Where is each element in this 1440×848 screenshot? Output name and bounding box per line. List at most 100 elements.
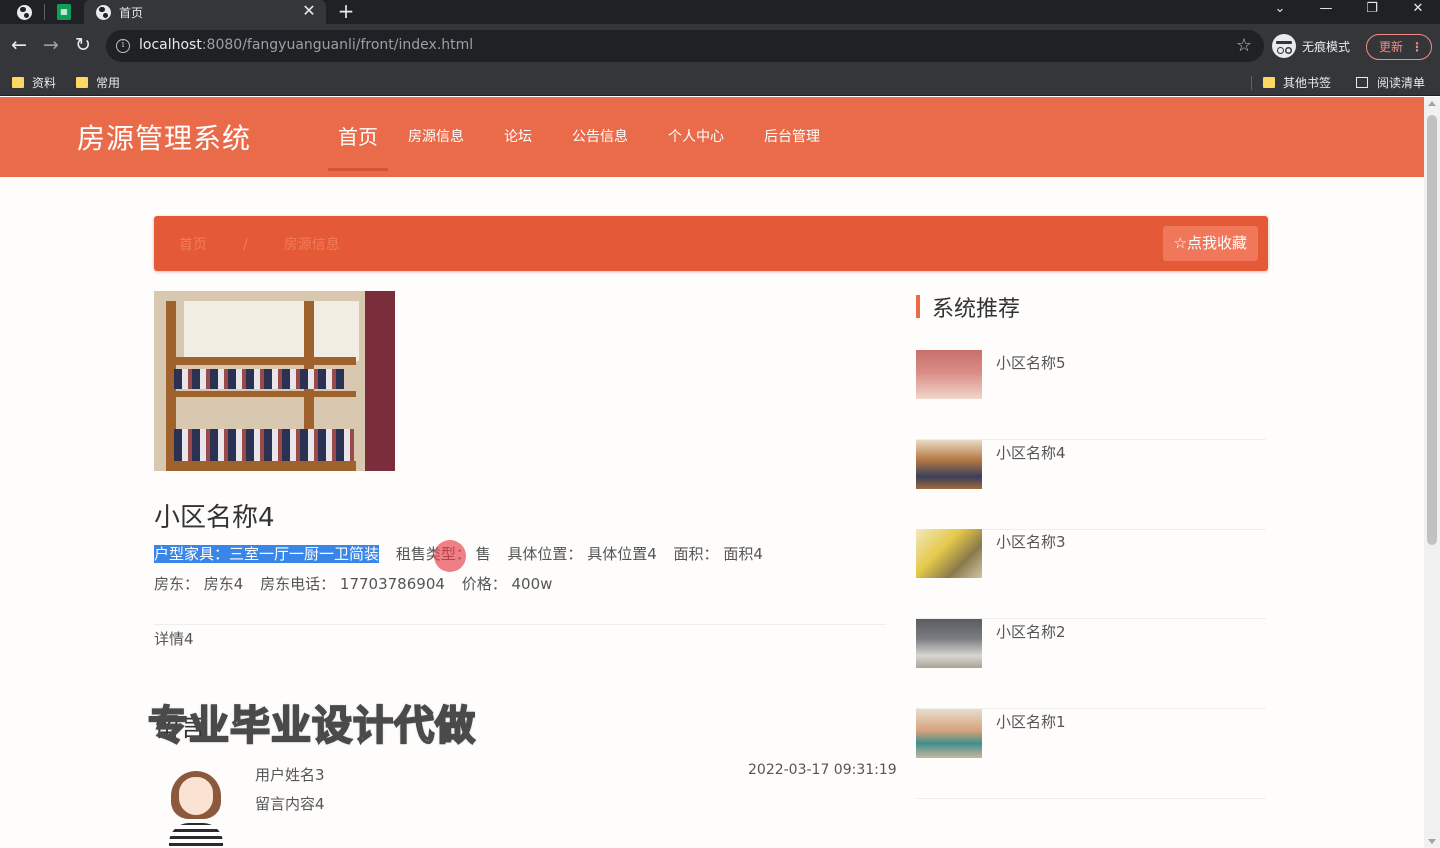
recommend-name[interactable]: 小区名称4 <box>996 442 1066 463</box>
tab-search-icon[interactable]: ⌄ <box>1270 0 1290 18</box>
recommend-name[interactable]: 小区名称5 <box>996 352 1066 373</box>
url-text[interactable]: localhost:8080/fangyuanguanli/front/inde… <box>139 37 473 53</box>
property-title: 小区名称4 <box>154 503 275 533</box>
recommend-thumbnail[interactable] <box>916 440 982 489</box>
photo-bed-rail <box>166 357 356 365</box>
recommend-item[interactable]: 小区名称5 <box>916 350 1266 440</box>
breadcrumb-current: 房源信息 <box>283 237 340 253</box>
avatar <box>165 765 227 848</box>
cursor-indicator <box>434 540 466 572</box>
nav-profile[interactable]: 个人中心 <box>648 97 744 177</box>
tab-divider <box>44 4 45 20</box>
recommend-thumbnail[interactable] <box>916 619 982 668</box>
comment-content: 留言内容4 <box>255 795 325 813</box>
page-scrollbar[interactable] <box>1424 97 1440 848</box>
nav-admin[interactable]: 后台管理 <box>744 97 840 177</box>
reading-list-icon <box>1356 77 1368 88</box>
bookmark-folder[interactable]: 常用 <box>76 74 120 91</box>
star-icon: ☆ <box>1173 234 1187 252</box>
property-photo <box>154 291 395 471</box>
scroll-up-icon[interactable] <box>1428 101 1436 106</box>
recommend-thumbnail[interactable] <box>916 529 982 578</box>
page-viewport: 房源管理系统 首页 房源信息 论坛 公告信息 个人中心 后台管理 首页 / 房源信息… <box>0 97 1424 848</box>
nav-listings[interactable]: 房源信息 <box>388 97 484 177</box>
avatar-body <box>169 823 223 848</box>
sheets-icon[interactable]: ▦ <box>54 2 74 22</box>
back-icon[interactable]: ← <box>8 34 30 56</box>
nav-forum[interactable]: 论坛 <box>484 97 552 177</box>
recommend-name[interactable]: 小区名称1 <box>996 711 1066 732</box>
price-value: 400w <box>511 575 553 593</box>
comment-time: 2022-03-17 09:31:19 <box>748 762 897 778</box>
avatar-face <box>179 777 213 815</box>
browser-tab-bar: ▦ 首页 ✕ + ⌄ — ❐ ✕ <box>0 0 1440 24</box>
folder-icon <box>76 77 88 88</box>
close-tab-icon[interactable]: ✕ <box>300 2 318 20</box>
scroll-down-icon[interactable] <box>1428 839 1436 844</box>
restore-icon[interactable]: ❐ <box>1362 0 1382 18</box>
globe-icon <box>93 2 113 22</box>
photo-curtain <box>365 291 395 471</box>
bookmark-label: 资料 <box>32 76 57 90</box>
new-tab-icon[interactable]: + <box>336 0 356 22</box>
property-info-line: 房东： 房东4 房东电话： 17703786904 价格： 400w <box>154 573 552 594</box>
bookmark-divider <box>1251 76 1252 90</box>
address-bar[interactable]: i localhost:8080/fangyuanguanli/front/in… <box>106 30 1264 62</box>
bookmark-label: 其他书签 <box>1283 76 1332 90</box>
menu-dots-icon: ⋮ <box>1411 40 1423 54</box>
nav-announcements[interactable]: 公告信息 <box>552 97 648 177</box>
phone-value: 17703786904 <box>339 575 445 593</box>
incognito-label: 无痕模式 <box>1302 39 1351 54</box>
recommend-item[interactable]: 小区名称1 <box>916 709 1266 799</box>
recommend-item[interactable]: 小区名称4 <box>916 440 1266 530</box>
scroll-thumb[interactable] <box>1427 115 1437 545</box>
recommend-thumbnail[interactable] <box>916 709 982 758</box>
landlord-value: 房东4 <box>203 575 244 593</box>
recommend-name[interactable]: 小区名称2 <box>996 621 1066 642</box>
section-divider <box>154 624 886 625</box>
photo-mattress <box>174 429 354 463</box>
favorite-button[interactable]: ☆点我收藏 <box>1162 226 1258 261</box>
layout-label: 户型家具： <box>154 545 230 563</box>
area-label: 面积： <box>673 545 719 563</box>
recommend-name[interactable]: 小区名称3 <box>996 531 1066 552</box>
breadcrumb: 首页 / 房源信息 <box>179 234 376 254</box>
recommend-title: 系统推荐 <box>932 297 1021 322</box>
minimize-icon[interactable]: — <box>1316 0 1336 18</box>
breadcrumb-separator: / <box>243 237 248 253</box>
recommend-item[interactable]: 小区名称3 <box>916 529 1266 619</box>
nav-home[interactable]: 首页 <box>328 97 388 177</box>
price-label: 价格： <box>461 575 507 593</box>
folder-icon <box>1263 77 1275 88</box>
info-icon[interactable]: i <box>116 39 130 53</box>
area-value: 面积4 <box>723 545 763 563</box>
incognito-icon <box>1272 34 1296 58</box>
bookmark-label: 常用 <box>96 76 121 90</box>
forward-icon[interactable]: → <box>40 34 62 56</box>
update-button[interactable]: 更新 ⋮ <box>1366 34 1432 60</box>
recommend-title-accent <box>916 295 920 318</box>
recommend-item[interactable]: 小区名称2 <box>916 619 1266 709</box>
recommend-thumbnail[interactable] <box>916 350 982 399</box>
browser-toolbar: ← → ↻ i localhost:8080/fangyuanguanli/fr… <box>0 24 1440 68</box>
watermark-overlay: 专业毕业设计代做 <box>147 702 476 750</box>
incognito-indicator[interactable]: 无痕模式 <box>1272 34 1350 58</box>
globe-icon[interactable] <box>14 2 34 22</box>
comment-user: 用户姓名3 <box>255 766 325 784</box>
tab-title[interactable]: 首页 <box>119 4 143 21</box>
site-brand[interactable]: 房源管理系统 <box>77 117 251 157</box>
other-bookmarks[interactable]: 其他书签 <box>1263 74 1331 91</box>
breadcrumb-home[interactable]: 首页 <box>179 237 207 253</box>
photo-bed-rail <box>166 391 356 397</box>
bookmark-star-icon[interactable]: ☆ <box>1236 34 1252 58</box>
reading-list[interactable]: 阅读清单 <box>1356 74 1425 91</box>
site-header: 房源管理系统 首页 房源信息 论坛 公告信息 个人中心 后台管理 <box>0 97 1424 177</box>
close-window-icon[interactable]: ✕ <box>1408 0 1428 18</box>
bookmark-folder[interactable]: 资料 <box>12 74 56 91</box>
photo-window <box>184 301 359 361</box>
folder-icon <box>12 77 24 88</box>
reload-icon[interactable]: ↻ <box>72 34 94 56</box>
photo-bed-rail <box>166 461 356 471</box>
landlord-label: 房东： <box>154 575 200 593</box>
property-detail: 详情4 <box>154 630 194 648</box>
